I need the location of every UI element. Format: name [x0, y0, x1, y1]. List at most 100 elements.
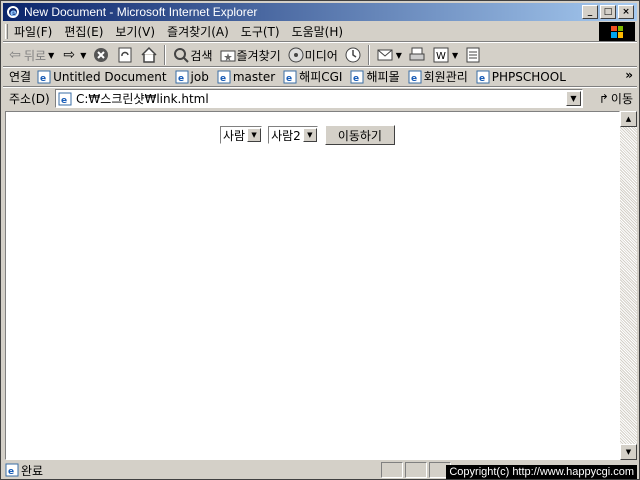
status-message: e 완료 — [5, 462, 43, 479]
chevron-down-icon[interactable]: ▼ — [302, 128, 317, 142]
link-label: Untitled Document — [53, 69, 167, 84]
media-label: 미디어 — [304, 48, 338, 63]
link-label: master — [232, 69, 276, 84]
select-value: 사람2 — [271, 128, 301, 143]
home-button[interactable] — [137, 44, 161, 66]
back-label: 뒤로 — [24, 48, 47, 63]
word-edit-icon: W — [433, 47, 449, 63]
address-label: 주소(D) — [9, 92, 50, 106]
scroll-up-button[interactable]: ▲ — [620, 111, 637, 127]
edit-button[interactable]: W ▼ — [429, 44, 461, 66]
home-icon — [141, 46, 157, 63]
menu-edit[interactable]: 편집(E) — [58, 23, 109, 40]
select-value: 사람 — [223, 128, 246, 143]
link-untitled-document[interactable]: e Untitled Document — [37, 69, 167, 84]
forward-arrow-icon: ⇨ — [63, 47, 76, 63]
search-button[interactable]: 검색 — [169, 44, 215, 66]
svg-text:e: e — [411, 74, 417, 84]
print-icon — [409, 47, 425, 61]
copyright-watermark: Copyright(c) http://www.happycgi.com — [446, 465, 637, 479]
minimize-button[interactable]: _ — [582, 5, 598, 19]
address-dropdown-button[interactable]: ▼ — [566, 91, 581, 106]
status-bar: e 완료 Copyright(c) http://www.happycgi.co… — [3, 461, 637, 479]
svg-text:e: e — [479, 74, 485, 84]
toolbar-separator — [164, 45, 167, 65]
svg-text:e: e — [10, 8, 17, 19]
toolbar-separator — [367, 45, 370, 65]
ie-page-icon: e — [408, 70, 422, 84]
menu-help[interactable]: 도움말(H) — [286, 23, 350, 40]
discuss-button[interactable] — [461, 44, 485, 66]
close-button[interactable]: × — [618, 5, 634, 19]
status-text: 완료 — [21, 463, 44, 478]
ie-page-icon: e — [476, 70, 490, 84]
go-button[interactable]: ↱ 이동 — [599, 90, 633, 107]
mail-button[interactable]: ▼ — [373, 44, 405, 66]
status-pane — [405, 462, 427, 478]
link-master[interactable]: e master — [217, 70, 275, 84]
title-bar: e New Document - Microsoft Internet Expl… — [3, 3, 637, 21]
menu-file[interactable]: 파일(F) — [8, 23, 58, 40]
svg-text:e: e — [8, 467, 14, 477]
svg-text:e: e — [353, 74, 359, 84]
address-input[interactable]: e C:₩스크린샷₩link.html ▼ — [55, 89, 583, 108]
standard-toolbar: ⇦ 뒤로 ▼ ⇨ ▼ 검색 즐겨찾기 미디어 ▼ W ▼ — [3, 43, 637, 67]
discuss-icon — [466, 47, 480, 63]
menu-view[interactable]: 보기(V) — [109, 23, 161, 40]
svg-text:e: e — [61, 96, 67, 106]
svg-text:e: e — [220, 74, 226, 84]
forward-dropdown-icon[interactable]: ▼ — [80, 51, 86, 60]
back-button[interactable]: ⇦ 뒤로 ▼ — [3, 44, 57, 66]
back-arrow-icon: ⇦ — [9, 47, 21, 63]
ie-page-icon: e — [350, 70, 364, 84]
svg-text:e: e — [40, 74, 46, 84]
stop-button[interactable] — [89, 44, 113, 66]
maximize-button[interactable]: □ — [600, 5, 616, 19]
ie-page-icon: e — [283, 70, 297, 84]
menu-tools[interactable]: 도구(T) — [235, 23, 286, 40]
mail-dropdown-icon[interactable]: ▼ — [396, 51, 402, 60]
link-job[interactable]: e job — [175, 70, 209, 84]
arrow-down-icon: ▼ — [625, 448, 632, 456]
person-select-2[interactable]: 사람2 ▼ — [268, 126, 318, 144]
link-label: PHPSCHOOL — [491, 69, 566, 84]
scroll-down-button[interactable]: ▼ — [620, 444, 637, 460]
svg-text:e: e — [178, 74, 184, 84]
link-happycgi[interactable]: e 해피CGI — [283, 68, 342, 85]
mail-icon — [377, 49, 393, 61]
move-button[interactable]: 이동하기 — [324, 125, 395, 145]
link-happymall[interactable]: e 해피몰 — [350, 68, 400, 85]
minimize-icon: _ — [587, 6, 593, 17]
ie-page-icon: e — [37, 70, 51, 84]
address-bar: 주소(D) e C:₩스크린샷₩link.html ▼ ↱ 이동 — [3, 88, 637, 109]
forward-button[interactable]: ⇨ ▼ — [57, 44, 89, 66]
edit-dropdown-icon[interactable]: ▼ — [452, 51, 458, 60]
svg-text:W: W — [436, 51, 446, 62]
links-label: 연결 — [9, 70, 32, 84]
go-arrow-icon: ↱ — [598, 91, 609, 106]
jump-form: 사람 ▼ 사람2 ▼ 이동하기 — [220, 125, 395, 145]
menu-favorites[interactable]: 즐겨찾기(A) — [161, 23, 235, 40]
history-button[interactable] — [341, 44, 365, 66]
vertical-scrollbar[interactable]: ▲ ▼ — [620, 111, 637, 460]
link-phpschool[interactable]: e PHPSCHOOL — [476, 70, 566, 84]
favorites-button[interactable]: 즐겨찾기 — [216, 44, 284, 66]
links-overflow-chevron-icon[interactable]: » — [625, 68, 633, 82]
back-dropdown-icon[interactable]: ▼ — [48, 51, 54, 60]
favorites-folder-icon — [220, 50, 235, 62]
ie-page-icon: e — [58, 92, 72, 106]
link-label: 해피몰 — [366, 70, 400, 84]
go-label: 이동 — [610, 92, 633, 106]
chevron-down-icon[interactable]: ▼ — [247, 128, 262, 142]
svg-text:e: e — [286, 74, 292, 84]
link-member-admin[interactable]: e 회원관리 — [408, 68, 468, 85]
favorites-label: 즐겨찾기 — [236, 48, 281, 63]
print-button[interactable] — [405, 44, 429, 66]
menu-bar: 파일(F) 편집(E) 보기(V) 즐겨찾기(A) 도구(T) 도움말(H) — [3, 22, 637, 41]
media-button[interactable]: 미디어 — [284, 44, 341, 66]
refresh-button[interactable] — [113, 44, 137, 66]
ie-logo-icon: e — [7, 6, 19, 19]
person-select-1[interactable]: 사람 ▼ — [220, 126, 263, 144]
page-content: 사람 ▼ 사람2 ▼ 이동하기 — [5, 111, 620, 460]
ie-page-icon: e — [5, 463, 19, 477]
